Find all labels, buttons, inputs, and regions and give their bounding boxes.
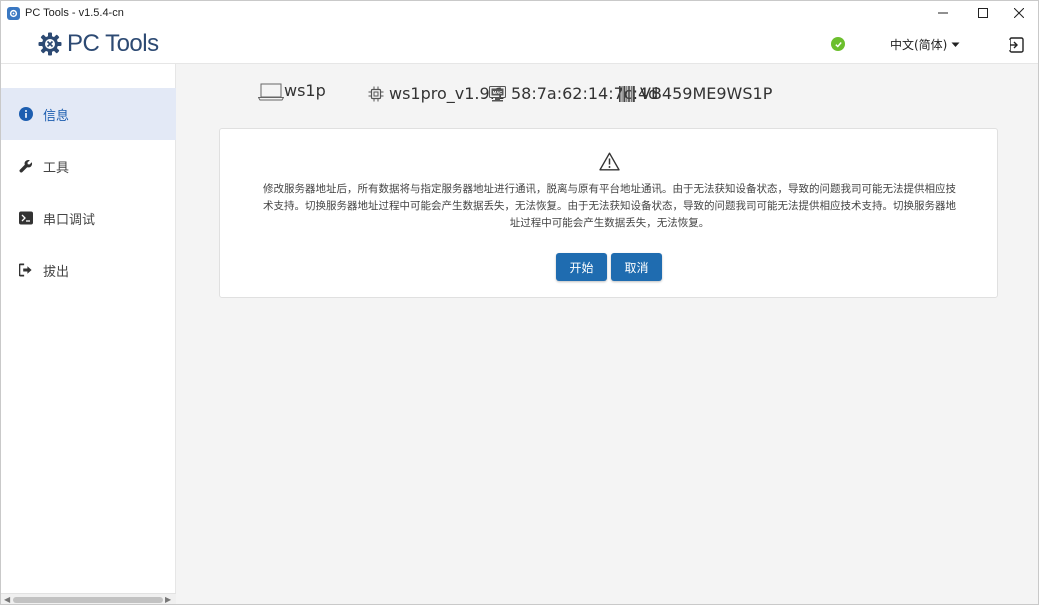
warning-message: 修改服务器地址后，所有数据将与指定服务器地址进行通讯，脱离与原有平台地址通讯。由… — [263, 183, 956, 229]
device-name: ws1p — [258, 80, 326, 101]
laptop-icon — [258, 83, 284, 101]
device-name-value: ws1p — [284, 80, 326, 100]
minimize-button[interactable] — [926, 1, 960, 25]
logout-icon — [1007, 37, 1024, 53]
connection-status-icon — [831, 37, 845, 51]
eject-icon — [19, 263, 33, 277]
scrollbar-thumb[interactable] — [13, 597, 163, 603]
scroll-left-arrow-icon[interactable]: ◀ — [4, 595, 10, 604]
start-button[interactable]: 开始 — [556, 253, 607, 281]
caret-down-icon — [951, 42, 960, 47]
mac-badge-text: MAC — [493, 90, 503, 95]
sidebar-item-tools[interactable]: 工具 — [1, 140, 176, 192]
firmware-value: ws1pro_v1.9.1 — [389, 84, 505, 103]
sidebar-item-label: 信息 — [43, 108, 70, 124]
sidebar-horizontal-scrollbar[interactable]: ◀ ▶ — [1, 593, 176, 604]
chip-icon — [368, 86, 384, 101]
window-title: PC Tools - v1.5.4-cn — [25, 7, 124, 19]
sidebar-item-label: 拔出 — [43, 264, 70, 280]
cancel-button[interactable]: 取消 — [611, 253, 662, 281]
sidebar-item-serial-debug[interactable]: 串口调试 — [1, 192, 176, 244]
mac-address-icon: MAC — [489, 85, 506, 101]
app-window: PC Tools - v1.5.4-cn PC Tools 中文(简体) 信息 … — [0, 0, 1039, 605]
sidebar-item-label: 工具 — [43, 160, 70, 176]
warning-icon — [599, 152, 620, 171]
device-serial: VB459ME9WS1P — [619, 84, 772, 103]
info-icon — [19, 107, 33, 121]
maximize-icon — [978, 8, 988, 18]
sidebar-item-info[interactable]: 信息 — [1, 88, 176, 140]
language-label: 中文(简体) — [890, 38, 948, 52]
title-bar: PC Tools - v1.5.4-cn — [1, 1, 1038, 25]
barcode-icon — [619, 85, 635, 102]
gear-logo-icon — [38, 32, 62, 56]
serial-value: VB459ME9WS1P — [640, 84, 773, 103]
logout-button[interactable] — [1007, 36, 1025, 54]
close-button[interactable] — [1002, 1, 1036, 25]
terminal-icon — [19, 211, 33, 225]
scroll-right-arrow-icon[interactable]: ▶ — [165, 595, 171, 604]
minimize-icon — [938, 12, 948, 14]
sidebar-item-eject[interactable]: 拔出 — [1, 244, 176, 296]
server-change-warning-dialog: 修改服务器地址后，所有数据将与指定服务器地址进行通讯，脱离与原有平台地址通讯。由… — [219, 128, 998, 298]
maximize-button[interactable] — [966, 1, 1000, 25]
logo-text: PC Tools — [67, 30, 159, 57]
logo: PC Tools — [38, 29, 159, 59]
close-icon — [1014, 8, 1024, 18]
sidebar: 信息 工具 串口调试 拔出 — [1, 64, 176, 604]
device-firmware: ws1pro_v1.9.1 — [368, 84, 505, 103]
app-header: PC Tools 中文(简体) — [1, 25, 1038, 64]
app-icon — [7, 6, 20, 20]
language-select[interactable]: 中文(简体) — [890, 36, 960, 53]
wrench-icon — [19, 159, 33, 173]
sidebar-item-label: 串口调试 — [43, 212, 96, 228]
